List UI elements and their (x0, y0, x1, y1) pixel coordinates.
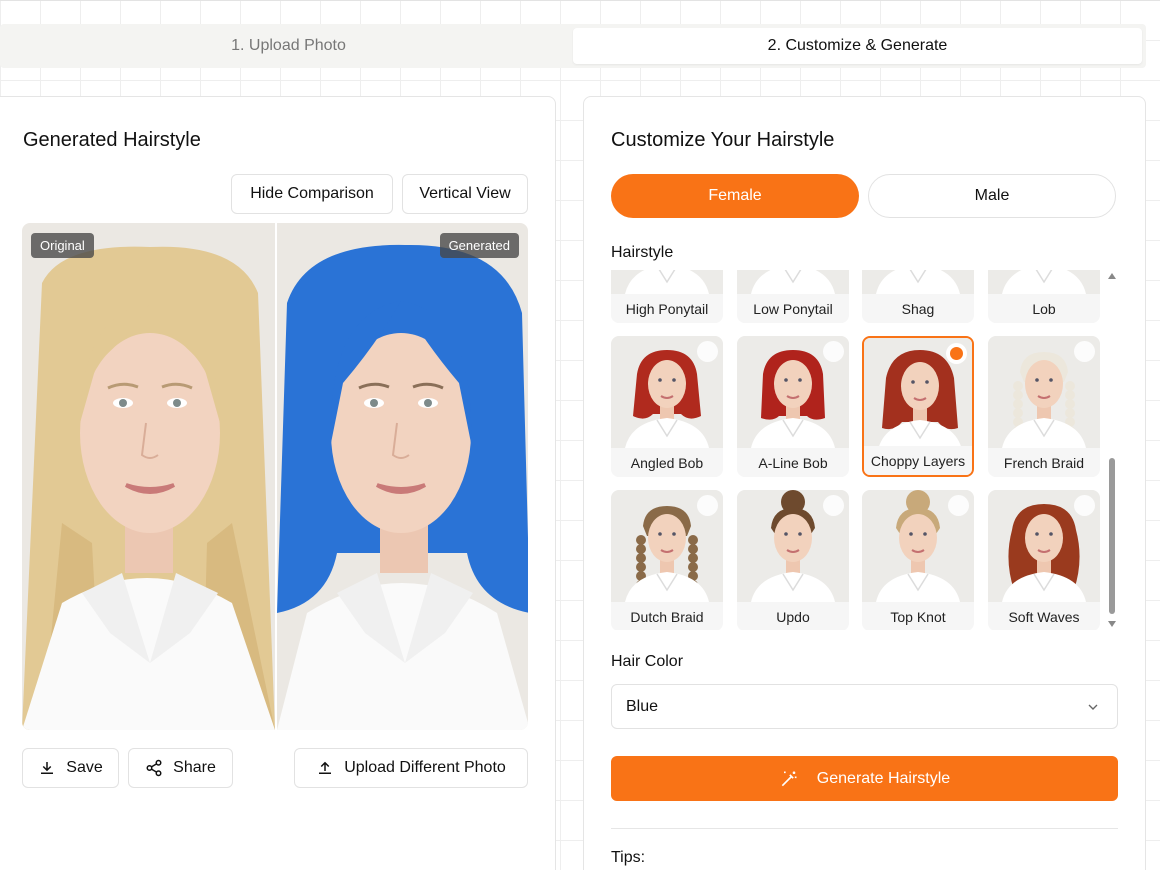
hairstyle-radio[interactable] (1074, 341, 1095, 362)
hairstyle-label-text: Updo (737, 602, 849, 630)
vertical-view-button[interactable]: Vertical View (402, 174, 528, 214)
hairstyle-card[interactable]: Angled Bob (611, 336, 723, 477)
hairstyle-card[interactable]: Updo (737, 490, 849, 630)
share-button[interactable]: Share (128, 748, 233, 788)
hairstyle-label-text: French Braid (988, 448, 1100, 477)
hairstyle-thumbnail (737, 270, 849, 294)
hairstyle-card[interactable]: Dutch Braid (611, 490, 723, 630)
tab-customize-generate[interactable]: 2. Customize & Generate (573, 28, 1142, 64)
hairstyle-label: Hairstyle (611, 244, 674, 261)
scroll-down-arrow[interactable] (1108, 621, 1116, 627)
comparison-view: Original Generated (22, 223, 528, 730)
top-border (0, 0, 1160, 1)
upload-different-photo-button[interactable]: Upload Different Photo (294, 748, 528, 788)
hide-comparison-button[interactable]: Hide Comparison (231, 174, 393, 214)
hair-color-label: Hair Color (611, 653, 684, 670)
hairstyle-card[interactable]: Shag (862, 270, 974, 323)
hairstyle-card[interactable]: Soft Waves (988, 490, 1100, 630)
generate-hairstyle-button[interactable]: Generate Hairstyle (611, 756, 1118, 801)
hairstyle-label-text: High Ponytail (611, 294, 723, 323)
hairstyle-radio[interactable] (946, 343, 967, 364)
hairstyle-radio[interactable] (697, 495, 718, 516)
upload-different-label: Upload Different Photo (344, 759, 506, 776)
scroll-thumb[interactable] (1109, 458, 1115, 614)
tips-divider (611, 828, 1118, 829)
male-toggle[interactable]: Male (868, 174, 1116, 218)
hairstyle-thumbnail (862, 270, 974, 294)
hairstyle-label-text: Top Knot (862, 602, 974, 630)
hairstyle-card[interactable]: Lob (988, 270, 1100, 323)
hairstyle-radio[interactable] (823, 341, 844, 362)
hairstyle-card[interactable]: Low Ponytail (737, 270, 849, 323)
tips-label: Tips: (611, 849, 646, 866)
hairstyle-label-text: A-Line Bob (737, 448, 849, 477)
chevron-down-icon (1088, 704, 1098, 710)
scroll-up-arrow[interactable] (1108, 273, 1116, 279)
hairstyle-thumbnail (988, 270, 1100, 294)
upload-icon (319, 761, 332, 774)
share-label: Share (173, 759, 216, 776)
hairstyle-card[interactable]: French Braid (988, 336, 1100, 477)
panel-title: Customize Your Hairstyle (611, 129, 835, 151)
hair-color-select[interactable]: Blue (611, 684, 1118, 729)
hairstyle-card[interactable]: Choppy Layers (862, 336, 974, 477)
hairstyle-label-text: Shag (862, 294, 974, 323)
hairstyle-card[interactable]: High Ponytail (611, 270, 723, 323)
share-icon (146, 759, 162, 777)
hairstyle-thumbnail (611, 270, 723, 294)
hairstyle-label-text: Angled Bob (611, 448, 723, 477)
step-tabs: 1. Upload Photo 2. Customize & Generate (0, 24, 1146, 68)
hairstyle-radio[interactable] (948, 495, 969, 516)
hairstyle-card[interactable]: A-Line Bob (737, 336, 849, 477)
original-photo: Original (22, 223, 275, 730)
hairstyle-label-text: Dutch Braid (611, 602, 723, 630)
generated-tag: Generated (439, 233, 519, 258)
hairstyle-grid: High Ponytail Low Ponytail Shag Lob Angled B… (611, 270, 1105, 630)
panel-title: Generated Hairstyle (23, 129, 201, 151)
hairstyle-label-text: Choppy Layers (864, 446, 972, 475)
tab-upload-photo[interactable]: 1. Upload Photo (4, 28, 573, 64)
hairstyle-card[interactable]: Top Knot (862, 490, 974, 630)
hairstyle-radio[interactable] (1074, 495, 1095, 516)
magic-wand-icon (781, 771, 797, 786)
hairstyle-scrollbar[interactable] (1106, 270, 1118, 630)
hair-color-value: Blue (626, 697, 659, 715)
save-label: Save (66, 759, 103, 776)
generate-label: Generate Hairstyle (816, 769, 951, 787)
hairstyle-radio[interactable] (697, 341, 718, 362)
hairstyle-label-text: Low Ponytail (737, 294, 849, 323)
generated-portrait (277, 223, 528, 730)
hairstyle-radio[interactable] (823, 495, 844, 516)
original-tag: Original (31, 233, 94, 258)
hairstyle-label-text: Lob (988, 294, 1100, 323)
hairstyle-label-text: Soft Waves (988, 602, 1100, 630)
original-portrait (22, 223, 275, 730)
download-icon (41, 762, 54, 774)
generated-photo: Generated (275, 223, 528, 730)
female-toggle[interactable]: Female (611, 174, 859, 218)
save-button[interactable]: Save (22, 748, 119, 788)
